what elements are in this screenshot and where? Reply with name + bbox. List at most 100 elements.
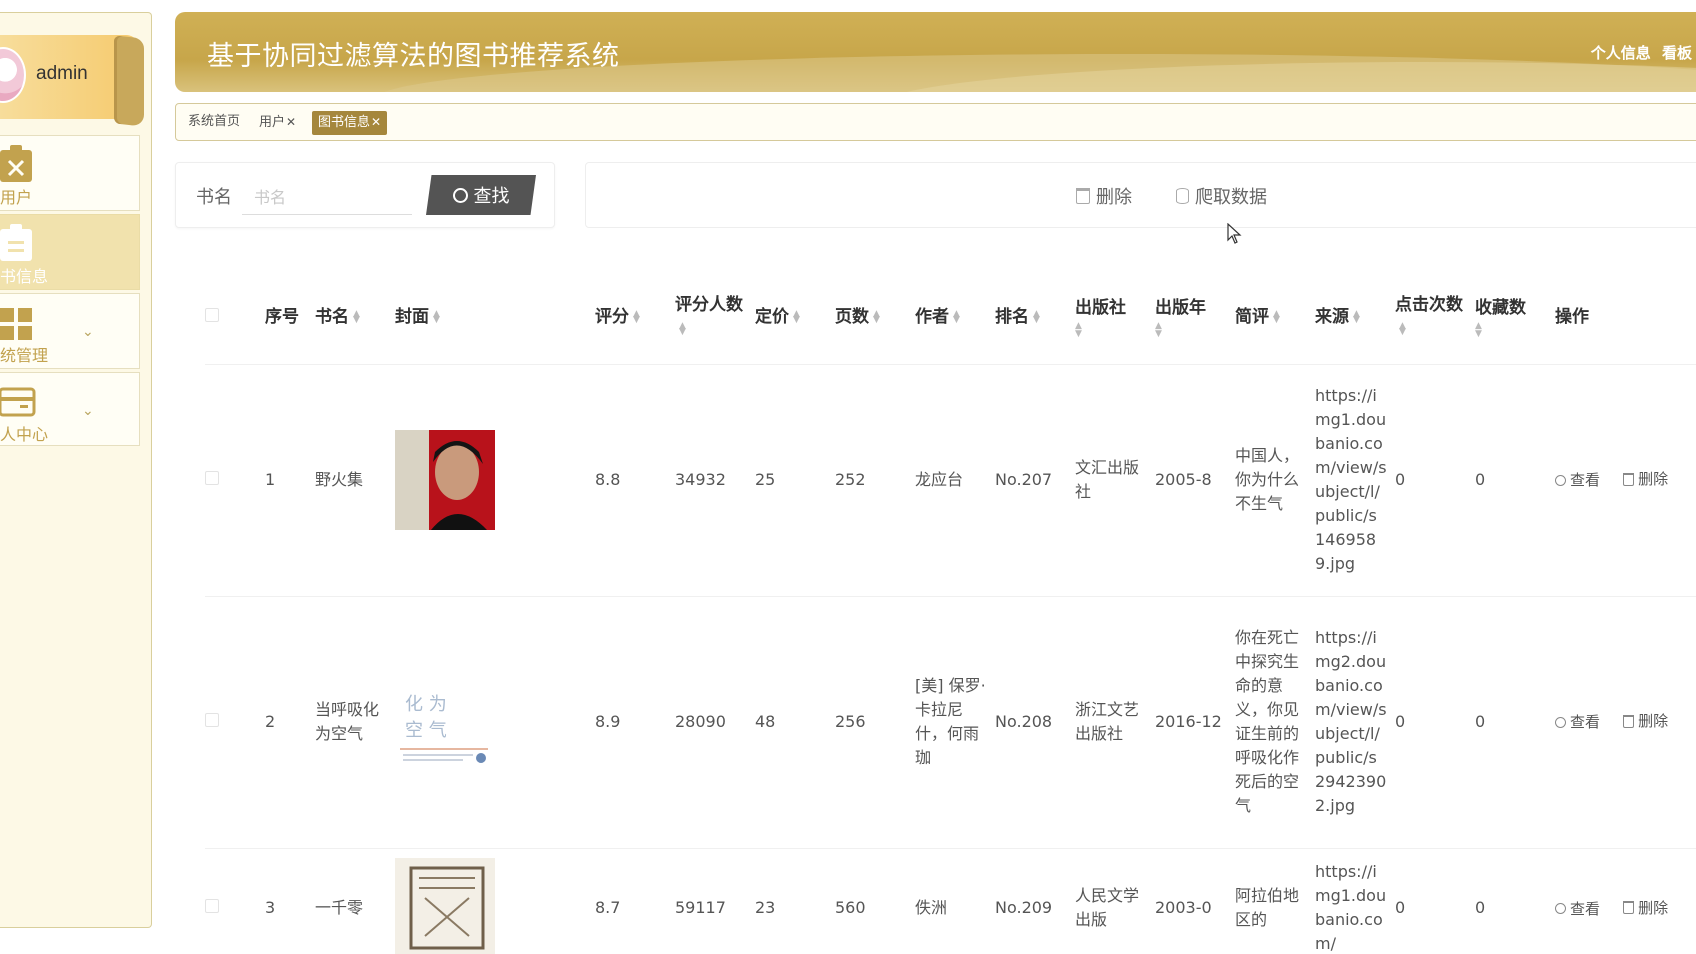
svg-text:空 气: 空 气 <box>405 720 447 741</box>
sort-icon[interactable]: ▲ ▼ <box>1155 321 1235 338</box>
column-header-cover[interactable]: 封面 ▲ ▼ <box>395 280 595 364</box>
review-cell: 中国人，你为什么不生气 <box>1235 363 1315 596</box>
view-button[interactable]: 查看 <box>1555 897 1600 921</box>
avatar[interactable] <box>0 47 26 103</box>
header-label: 出版年 <box>1155 297 1206 318</box>
book-title-search-input[interactable] <box>242 181 412 215</box>
publisher-cell: 文汇出版社 <box>1075 363 1155 596</box>
column-header-source[interactable]: 来源 ▲ ▼ <box>1315 280 1395 364</box>
trash-icon <box>1623 472 1635 486</box>
column-header-review[interactable]: 简评 ▲ ▼ <box>1235 280 1315 364</box>
dashboard-link[interactable]: 看板 <box>1662 44 1692 62</box>
author-cell: 龙应台 <box>915 363 995 596</box>
tab-users[interactable]: 用户✕ <box>253 111 302 135</box>
header-label: 收藏数 <box>1475 297 1526 318</box>
header-label: 简评 <box>1235 306 1269 327</box>
column-header-price[interactable]: 定价 ▲ ▼ <box>755 280 835 364</box>
sidebar-item-system-management[interactable]: 统管理 ⌄ <box>0 293 140 369</box>
sort-icon[interactable]: ▲ ▼ <box>1475 321 1555 338</box>
header-label: 封面 <box>395 306 429 327</box>
clipboard-list-icon <box>0 224 32 261</box>
column-header-rank[interactable]: 排名 ▲ ▼ <box>995 280 1075 364</box>
view-button[interactable]: 查看 <box>1555 710 1600 734</box>
column-header-index[interactable]: 序号 <box>265 280 315 364</box>
header-label: 定价 <box>755 306 789 327</box>
index-cell: 1 <box>265 363 315 596</box>
app-title: 基于协同过滤算法的图书推荐系统 <box>207 41 620 72</box>
batch-delete-button[interactable]: 删除 <box>1076 183 1132 209</box>
search-button[interactable]: 查找 <box>426 175 536 215</box>
search-icon <box>1555 474 1566 486</box>
column-header-publisher[interactable]: 出版社 ▲ ▼ <box>1075 280 1155 364</box>
header-label: 排名 <box>995 306 1029 327</box>
close-icon[interactable]: ✕ <box>371 115 381 129</box>
book-cover-image[interactable] <box>395 430 495 530</box>
favorites-cell: 0 <box>1475 595 1555 848</box>
user-name: admin <box>36 63 88 84</box>
chevron-down-icon[interactable]: ⌄ <box>82 403 94 419</box>
sidebar-item-book-info[interactable]: 书信息 <box>0 214 140 290</box>
sort-icon[interactable]: ▲ ▼ <box>679 321 686 336</box>
actions-cell: 查看 删除 <box>1555 847 1696 954</box>
trash-icon <box>1623 714 1635 728</box>
title-cell: 当呼吸化为空气 <box>315 595 395 848</box>
column-header-clicks[interactable]: 点击次数 ▲ ▼ <box>1395 280 1475 364</box>
rank-cell: No.208 <box>995 595 1075 848</box>
sort-icon[interactable]: ▲ ▼ <box>1399 321 1406 336</box>
profile-link[interactable]: 个人信息 <box>1591 44 1651 62</box>
column-header-rating[interactable]: 评分 ▲ ▼ <box>595 280 675 364</box>
source-cell: https://img1.doubanio.com/view/subject/l… <box>1315 363 1395 596</box>
tab-home[interactable]: 系统首页 <box>182 111 246 135</box>
select-all-checkbox[interactable] <box>205 307 219 322</box>
row-checkbox[interactable] <box>205 713 219 727</box>
sort-icon[interactable]: ▲ ▼ <box>633 309 640 324</box>
sidebar-item-personal-center[interactable]: 人中心 ⌄ <box>0 372 140 446</box>
sort-icon[interactable]: ▲ ▼ <box>953 309 960 324</box>
row-checkbox[interactable] <box>205 471 219 485</box>
column-header-author[interactable]: 作者 ▲ ▼ <box>915 280 995 364</box>
book-table: 序号 书名 ▲ ▼ 封面 ▲ ▼ 评分 ▲ ▼ 评分人数▲ ▼ 定价 ▲ ▼ 页数 ▲ ▼ 作者 ▲ ▼ … <box>205 280 1696 954</box>
column-header-title[interactable]: 书名 ▲ ▼ <box>315 280 395 364</box>
delete-label: 删除 <box>1638 712 1669 731</box>
book-cover-image[interactable]: 化 为 空 气 <box>395 672 495 772</box>
sort-icon[interactable]: ▲ ▼ <box>1033 309 1040 324</box>
rating-cell: 8.7 <box>595 847 675 954</box>
sort-icon[interactable]: ▲ ▼ <box>873 309 880 324</box>
publisher-cell: 人民文学出版 <box>1075 847 1155 954</box>
header-label: 评分 <box>595 306 629 327</box>
tab-label: 用户 <box>259 115 286 130</box>
view-button[interactable]: 查看 <box>1555 468 1600 492</box>
row-checkbox[interactable] <box>205 899 219 914</box>
column-header-year[interactable]: 出版年 ▲ ▼ <box>1155 280 1235 364</box>
row-select-cell <box>205 363 265 596</box>
column-header-actions: 操作 <box>1555 280 1696 364</box>
price-cell: 25 <box>755 363 835 596</box>
column-header-favorites[interactable]: 收藏数 ▲ ▼ <box>1475 280 1555 364</box>
sidebar-item-users[interactable]: 用户 <box>0 135 140 211</box>
close-icon[interactable]: ✕ <box>286 115 296 129</box>
column-header-pages[interactable]: 页数 ▲ ▼ <box>835 280 915 364</box>
table-row: 3 一千零 8.7 59117 23 560 佚洲 No.209 人民文学出版 … <box>205 847 1696 954</box>
user-card[interactable]: admin <box>0 35 144 127</box>
delete-button[interactable]: 删除 <box>1623 709 1668 733</box>
actions-cell: 查看 删除 <box>1555 363 1696 596</box>
chevron-down-icon[interactable]: ⌄ <box>82 324 94 340</box>
search-button-label: 查找 <box>473 186 510 207</box>
sort-icon[interactable]: ▲ ▼ <box>1075 321 1155 338</box>
sort-icon[interactable]: ▲ ▼ <box>1273 309 1280 324</box>
clicks-cell: 0 <box>1395 363 1475 596</box>
sort-icon[interactable]: ▲ ▼ <box>353 309 360 324</box>
sort-icon[interactable]: ▲ ▼ <box>433 309 440 324</box>
delete-label: 删除 <box>1638 898 1669 917</box>
sort-icon[interactable]: ▲ ▼ <box>793 309 800 324</box>
delete-button[interactable]: 删除 <box>1623 896 1668 920</box>
scroll-decoration <box>114 35 144 127</box>
delete-button[interactable]: 删除 <box>1623 467 1668 491</box>
column-header-raters[interactable]: 评分人数 ▲ ▼ <box>675 280 755 364</box>
crawl-data-button[interactable]: 爬取数据 <box>1176 183 1267 209</box>
rating-cell: 8.8 <box>595 363 675 596</box>
sort-icon[interactable]: ▲ ▼ <box>1353 309 1360 324</box>
tab-book-info[interactable]: 图书信息✕ <box>312 111 388 135</box>
book-cover-image[interactable] <box>395 858 495 954</box>
trash-icon <box>1623 901 1635 914</box>
